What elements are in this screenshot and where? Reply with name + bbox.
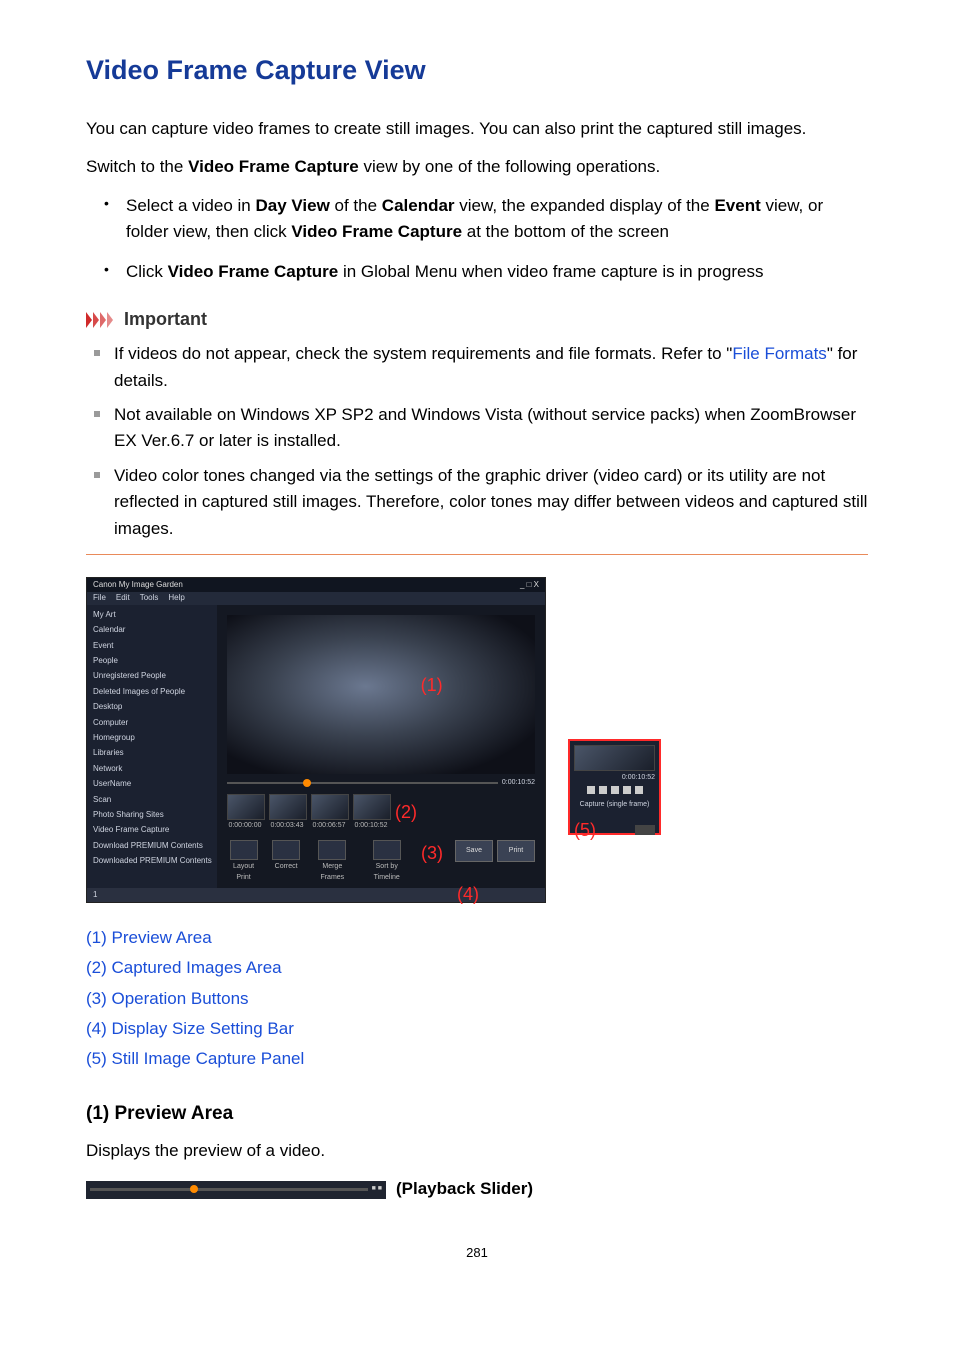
toc-link-captured-images[interactable]: (2) Captured Images Area xyxy=(86,958,282,977)
playback-slider-label: (Playback Slider) xyxy=(396,1176,533,1202)
captured-images-area: 0:00:00:00 0:00:03:43 0:00:06:57 0:00:10… xyxy=(227,794,535,832)
playback-slider-figure: ■ ■ xyxy=(86,1181,386,1199)
section-toc: (1) Preview Area (2) Captured Images Are… xyxy=(86,925,868,1073)
operation-list: Select a video in Day View of the Calend… xyxy=(86,193,868,286)
toc-link-still-image-panel[interactable]: (5) Still Image Capture Panel xyxy=(86,1049,304,1068)
window-controls: _ □ X xyxy=(520,579,539,591)
list-item: If videos do not appear, check the syste… xyxy=(110,341,868,394)
playback-slider xyxy=(227,782,498,784)
toc-link-operation-buttons[interactable]: (3) Operation Buttons xyxy=(86,989,249,1008)
important-icon xyxy=(86,312,116,328)
intro-paragraph-1: You can capture video frames to create s… xyxy=(86,116,868,142)
sidebar: My Art Calendar Event People Unregistere… xyxy=(87,605,217,888)
page-title: Video Frame Capture View xyxy=(86,50,868,92)
preview-area: (1) xyxy=(227,615,535,774)
app-screenshot-main: Canon My Image Garden _ □ X File Edit To… xyxy=(86,577,546,903)
page-number: 281 xyxy=(86,1243,868,1263)
list-item: Not available on Windows XP SP2 and Wind… xyxy=(110,402,868,455)
still-image-capture-panel: 0:00:10:52 Capture (single frame) (5) xyxy=(568,739,661,835)
divider xyxy=(86,554,868,555)
operation-buttons: Layout Print Correct Merge Frames Sort b… xyxy=(227,840,535,884)
intro-paragraph-2: Switch to the Video Frame Capture view b… xyxy=(86,154,868,180)
list-item: Click Video Frame Capture in Global Menu… xyxy=(122,259,868,285)
callout-1: (1) xyxy=(421,672,443,700)
save-button: Save xyxy=(455,840,493,862)
toc-link-display-size-bar[interactable]: (4) Display Size Setting Bar xyxy=(86,1019,294,1038)
section-body: Displays the preview of a video. xyxy=(86,1138,868,1164)
toc-link-preview-area[interactable]: (1) Preview Area xyxy=(86,928,212,947)
callout-2: (2) xyxy=(395,799,417,827)
important-heading: Important xyxy=(124,306,207,334)
callout-5: (5) xyxy=(574,817,596,845)
list-item: Select a video in Day View of the Calend… xyxy=(122,193,868,246)
file-formats-link[interactable]: File Formats xyxy=(732,344,826,363)
callout-3: (3) xyxy=(421,840,443,868)
list-item: Video color tones changed via the settin… xyxy=(110,463,868,542)
callout-4: (4) xyxy=(457,881,479,909)
important-list: If videos do not appear, check the syste… xyxy=(86,341,868,541)
section-heading-preview-area: (1) Preview Area xyxy=(86,1099,868,1128)
print-button: Print xyxy=(497,840,535,862)
window-title: Canon My Image Garden xyxy=(93,579,183,591)
